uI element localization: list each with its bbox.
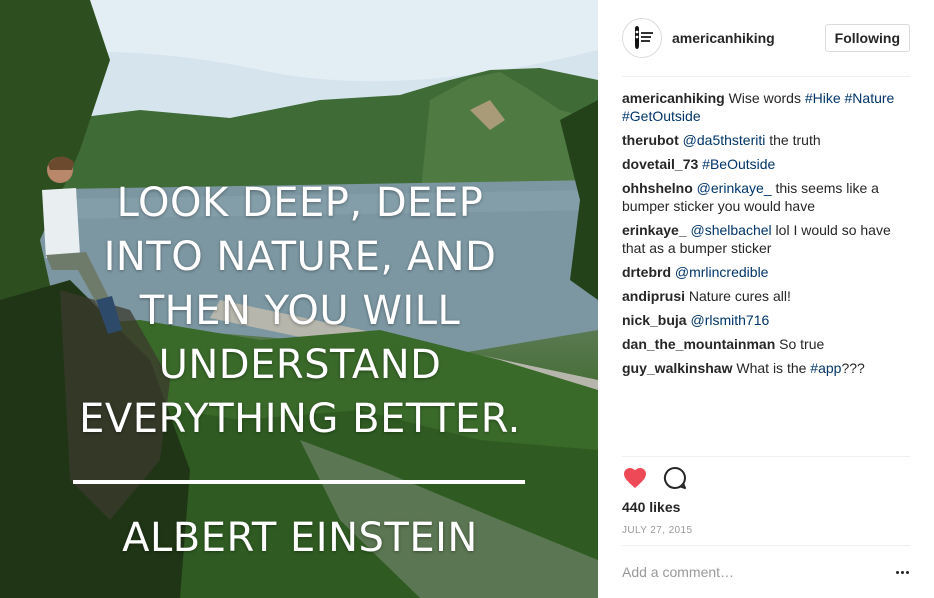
comment-item: guy_walkinshaw What is the #app??? — [622, 359, 910, 377]
quote-line-1: LOOK DEEP, DEEP — [116, 180, 484, 226]
quote-line-4: UNDERSTAND — [158, 342, 442, 388]
comment-text: Nature cures all! — [688, 288, 791, 304]
comment-username[interactable]: ohhshelno — [622, 180, 693, 196]
comment-tag-link[interactable]: @rlsmith716 — [690, 312, 769, 328]
comment-username[interactable]: erinkaye_ — [622, 222, 687, 238]
comment-item: nick_buja @rlsmith716 — [622, 311, 910, 329]
post-actions — [622, 465, 702, 491]
post-date: JULY 27, 2015 — [622, 525, 693, 536]
comment-tag-link[interactable]: #app — [810, 360, 841, 376]
post-detail-panel: americanhiking Following americanhiking … — [598, 0, 934, 598]
post-username[interactable]: americanhiking — [672, 30, 825, 46]
comment-tag-link[interactable]: #Nature — [845, 90, 895, 106]
comment-tag-link[interactable]: @da5thsteriti — [683, 132, 766, 148]
comment-item: ohhshelno @erinkaye_ this seems like a b… — [622, 179, 910, 215]
add-comment-input[interactable] — [622, 560, 882, 584]
comment-tag-link[interactable]: @shelbachel — [691, 222, 772, 238]
comment-input-divider — [622, 545, 910, 546]
quote-divider — [73, 480, 525, 484]
quote-line-3: THEN YOU WILL — [139, 288, 461, 334]
post-photo[interactable]: LOOK DEEP, DEEP INTO NATURE, AND THEN YO… — [0, 0, 598, 598]
comment-username[interactable]: guy_walkinshaw — [622, 360, 732, 376]
comment-item: dan_the_mountainman So true — [622, 335, 910, 353]
quote-line-5: EVERYTHING BETTER. — [79, 396, 521, 442]
comment-username[interactable]: dan_the_mountainman — [622, 336, 775, 352]
quote-text: LOOK DEEP, DEEP INTO NATURE, AND THEN YO… — [40, 176, 560, 446]
quote-line-2: INTO NATURE, AND — [103, 234, 497, 280]
comment-tag-link[interactable]: #GetOutside — [622, 108, 701, 124]
comment-tag-link[interactable]: @erinkaye_ — [697, 180, 772, 196]
comment-tag-link[interactable]: #Hike — [805, 90, 841, 106]
post-header: americanhiking Following — [622, 17, 910, 59]
quote-author: ALBERT EINSTEIN — [122, 515, 478, 561]
comment-item: drtebrd @mrlincredible — [622, 263, 910, 281]
comment-text: the truth — [765, 132, 821, 148]
comment-username[interactable]: andiprusi — [622, 288, 685, 304]
comment-username[interactable]: therubot — [622, 132, 679, 148]
comment-item: dovetail_73 #BeOutside — [622, 155, 910, 173]
comments-list: americanhiking Wise words #Hike #Nature … — [622, 89, 910, 383]
more-options-dot — [900, 570, 904, 574]
comment-item: americanhiking Wise words #Hike #Nature … — [622, 89, 910, 125]
comment-tag-link[interactable]: @mrlincredible — [675, 264, 769, 280]
american-hiking-society-logo-icon — [635, 26, 653, 49]
more-options-dot — [905, 570, 909, 574]
comment-bubble-icon — [663, 466, 686, 489]
more-options-icon — [895, 570, 899, 574]
comment-username[interactable]: americanhiking — [622, 90, 725, 106]
comment-text: What is the — [736, 360, 811, 376]
comment-item: erinkaye_ @shelbachel lol I would so hav… — [622, 221, 910, 257]
comment-tag-link[interactable]: #BeOutside — [702, 156, 775, 172]
actions-divider — [622, 456, 910, 457]
like-count[interactable]: 440 likes — [622, 499, 680, 515]
comment-button[interactable] — [662, 465, 688, 491]
like-button[interactable] — [622, 465, 648, 491]
comment-item: therubot @da5thsteriti the truth — [622, 131, 910, 149]
comment-username[interactable]: drtebrd — [622, 264, 671, 280]
heart-filled-icon — [624, 468, 646, 488]
comment-item: andiprusi Nature cures all! — [622, 287, 910, 305]
following-button[interactable]: Following — [824, 24, 910, 52]
comment-text: Wise words — [728, 90, 805, 106]
avatar[interactable] — [622, 18, 662, 58]
more-options-button[interactable] — [892, 560, 912, 584]
comment-text: So true — [779, 336, 825, 352]
comment-username[interactable]: nick_buja — [622, 312, 687, 328]
header-divider — [622, 76, 910, 77]
comment-username[interactable]: dovetail_73 — [622, 156, 698, 172]
comment-text: ??? — [841, 360, 865, 376]
